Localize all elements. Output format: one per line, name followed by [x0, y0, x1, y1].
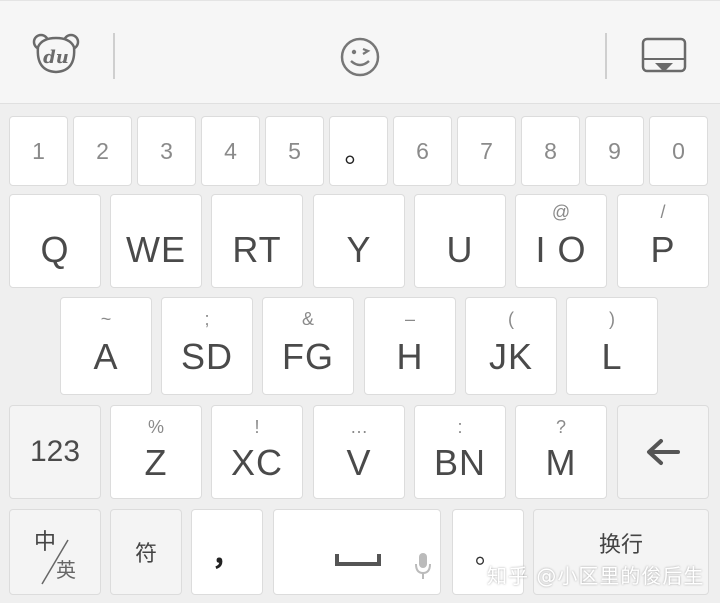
key-label: JK	[488, 336, 533, 377]
key-3[interactable]: 3	[137, 116, 196, 186]
key-xc[interactable]: ! XC	[211, 405, 303, 499]
key-label: Q	[40, 229, 70, 270]
key-p[interactable]: / P	[617, 194, 709, 288]
symbols-key[interactable]: 符	[110, 509, 182, 595]
key-label: 9	[608, 137, 621, 164]
key-hint: !	[254, 417, 260, 437]
key-label: M	[545, 442, 577, 483]
key-label: I O	[535, 229, 587, 270]
key-hint: (	[508, 309, 514, 329]
key-label: P	[650, 229, 676, 270]
microphone-icon[interactable]	[414, 552, 432, 580]
key-rt[interactable]: RT	[211, 194, 303, 288]
key-hint: /	[660, 202, 666, 222]
key-m[interactable]: ? M	[515, 405, 607, 499]
backspace-key[interactable]	[617, 405, 709, 499]
logo-text: du	[43, 47, 69, 68]
key-io[interactable]: @ I O	[515, 194, 607, 288]
key-label: Y	[346, 229, 372, 270]
key-label: 0	[672, 137, 685, 164]
key-label: 6	[416, 137, 429, 164]
space-key[interactable]	[273, 509, 441, 595]
key-label: SD	[180, 336, 233, 377]
key-u[interactable]: U	[414, 194, 506, 288]
keyboard-hide-icon[interactable]	[641, 37, 687, 77]
key-hint: ;	[204, 309, 210, 329]
key-h[interactable]: – H	[364, 297, 456, 395]
key-label: 3	[160, 137, 173, 164]
key-label: 2	[96, 137, 109, 164]
key-hint: )	[609, 309, 615, 329]
key-label: WE	[126, 229, 186, 270]
bear-logo-icon[interactable]: du	[32, 33, 80, 75]
key-hint: …	[350, 417, 368, 437]
key-label: 符	[134, 542, 157, 567]
key-9[interactable]: 9	[585, 116, 644, 186]
key-z[interactable]: % Z	[110, 405, 202, 499]
lang-chinese-label: 中	[34, 530, 57, 555]
key-label: FG	[282, 336, 334, 377]
key-label: XC	[230, 442, 283, 483]
key-label: 5	[288, 137, 301, 164]
key-hint: @	[551, 202, 571, 222]
key-label: 换行	[598, 533, 643, 558]
key-7[interactable]: 7	[457, 116, 516, 186]
key-fg[interactable]: & FG	[262, 297, 354, 395]
key-2[interactable]: 2	[73, 116, 132, 186]
key-label: RT	[232, 229, 282, 270]
space-bar-icon	[335, 554, 381, 566]
key-label: L	[601, 336, 623, 377]
smiley-wink-icon[interactable]	[339, 36, 381, 78]
key-label: 8	[544, 137, 557, 164]
watermark-text: 知乎 @小区里的俊后生	[487, 564, 705, 588]
key-a[interactable]: ~ A	[60, 297, 152, 395]
key-1[interactable]: 1	[9, 116, 68, 186]
lang-english-label: 英	[56, 558, 76, 582]
key-label: 。	[344, 136, 373, 169]
key-l[interactable]: ) L	[566, 297, 658, 395]
key-label: 1	[32, 137, 45, 164]
key-sd[interactable]: ; SD	[161, 297, 253, 395]
key-123[interactable]: 123	[9, 405, 101, 499]
key-v[interactable]: … V	[313, 405, 405, 499]
comma-key[interactable]: ，	[191, 509, 263, 595]
key-jk[interactable]: ( JK	[465, 297, 557, 395]
key-hint: %	[147, 417, 164, 437]
key-6[interactable]: 6	[393, 116, 452, 186]
key-period-cn[interactable]: 。	[329, 116, 388, 186]
lang-switch-key[interactable]: 中 英	[9, 509, 101, 595]
key-hint: ?	[555, 417, 566, 437]
key-y[interactable]: Y	[313, 194, 405, 288]
key-hint: &	[301, 309, 314, 329]
key-hint: :	[457, 417, 463, 437]
key-label: Z	[144, 442, 168, 483]
key-label: V	[346, 442, 372, 483]
key-5[interactable]: 5	[265, 116, 324, 186]
key-label: ，	[212, 538, 242, 573]
backspace-arrow-icon	[647, 439, 680, 465]
key-label: 123	[29, 435, 81, 468]
key-we[interactable]: WE	[110, 194, 202, 288]
key-4[interactable]: 4	[201, 116, 260, 186]
key-8[interactable]: 8	[521, 116, 580, 186]
key-q[interactable]: Q	[9, 194, 101, 288]
key-label: U	[446, 229, 474, 270]
key-bn[interactable]: : BN	[414, 405, 506, 499]
toolbar-divider-left	[113, 33, 115, 79]
key-hint: –	[404, 309, 415, 329]
toolbar-divider-right	[605, 33, 607, 79]
key-0[interactable]: 0	[649, 116, 708, 186]
key-hint: ~	[100, 309, 112, 329]
key-label: 7	[480, 137, 493, 164]
key-label: 4	[224, 137, 237, 164]
key-label: BN	[433, 442, 486, 483]
key-label: A	[93, 336, 119, 377]
key-label: H	[396, 336, 424, 377]
keyboard-toolbar: du	[0, 0, 720, 104]
